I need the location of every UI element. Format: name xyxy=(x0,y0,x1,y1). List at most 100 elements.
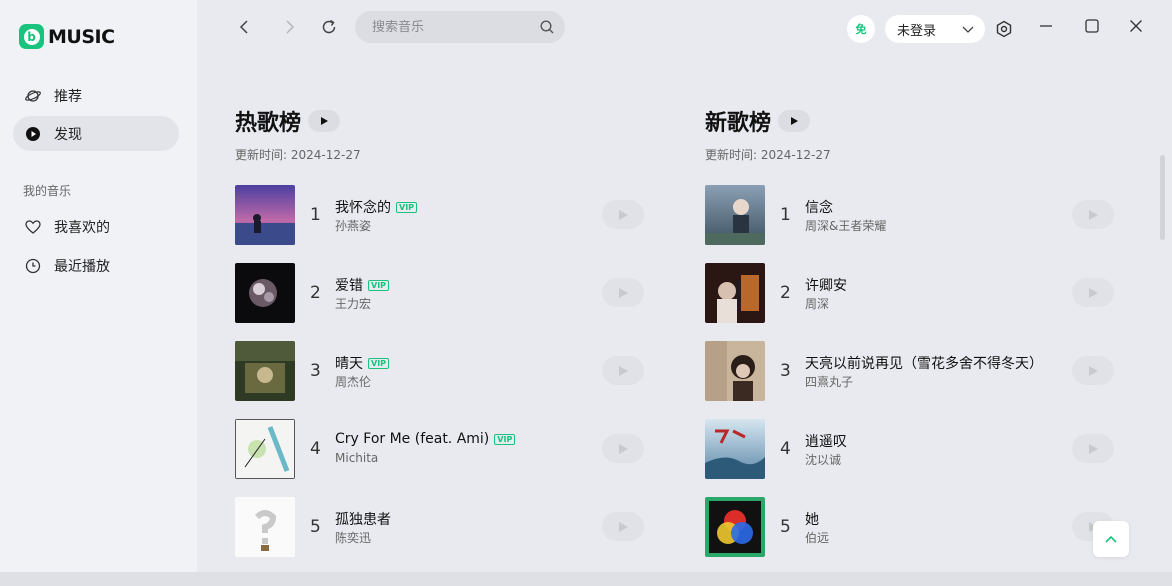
song-artist[interactable]: 四熹丸子 xyxy=(805,373,853,390)
refresh-button[interactable] xyxy=(317,15,341,39)
maximize-icon xyxy=(1085,19,1099,33)
play-song-button[interactable] xyxy=(602,356,644,385)
sidebar-item-recommend[interactable]: 推荐 xyxy=(13,78,179,113)
play-song-button[interactable] xyxy=(602,200,644,229)
logo-badge: b xyxy=(19,24,44,49)
close-button[interactable] xyxy=(1124,14,1148,38)
play-all-button[interactable] xyxy=(778,110,811,132)
album-cover[interactable] xyxy=(235,341,295,401)
song-title[interactable]: 孤独患者 xyxy=(335,509,391,529)
song-name: 晴天 xyxy=(335,356,363,372)
album-cover[interactable] xyxy=(705,419,765,479)
sidebar-item-label: 我喜欢的 xyxy=(54,219,110,236)
song-name: 逍遥叹 xyxy=(805,434,847,450)
song-title[interactable]: 信念 xyxy=(805,197,833,217)
back-to-top-button[interactable] xyxy=(1093,521,1129,557)
album-cover[interactable] xyxy=(705,497,765,557)
search-box[interactable] xyxy=(355,11,565,43)
play-song-button[interactable] xyxy=(1072,434,1114,463)
song-artist[interactable]: Michita xyxy=(335,451,378,465)
close-icon xyxy=(1130,20,1142,32)
sidebar: b MUSIC 推荐 发现 我的音乐 我喜欢的 最近播放 xyxy=(0,0,197,572)
song-artist[interactable]: 伯远 xyxy=(805,529,829,546)
play-song-button[interactable] xyxy=(602,434,644,463)
minimize-icon xyxy=(1040,25,1052,27)
song-rank: 2 xyxy=(310,283,321,303)
vip-tag: VIP xyxy=(368,357,390,369)
song-artist[interactable]: 陈奕迅 xyxy=(335,529,371,546)
song-row[interactable]: 1 我怀念的 VIP 孙燕姿 xyxy=(235,185,645,263)
album-cover[interactable] xyxy=(705,263,765,323)
login-dropdown[interactable]: 未登录 xyxy=(885,15,985,43)
play-song-button[interactable] xyxy=(1072,356,1114,385)
song-artist[interactable]: 孙燕姿 xyxy=(335,217,371,234)
sidebar-item-label: 发现 xyxy=(54,126,82,143)
scrollbar-thumb[interactable] xyxy=(1160,155,1165,240)
sidebar-item-discover[interactable]: 发现 xyxy=(13,116,179,151)
play-icon xyxy=(619,443,628,454)
song-title[interactable]: 爱错 VIP xyxy=(335,275,390,295)
song-artist[interactable]: 周杰伦 xyxy=(335,373,371,390)
song-name: Cry For Me (feat. Ami) xyxy=(335,431,490,447)
logo-letter: b xyxy=(23,28,40,45)
album-cover[interactable] xyxy=(705,341,765,401)
play-song-button[interactable] xyxy=(1072,278,1114,307)
album-cover[interactable] xyxy=(235,185,295,245)
play-song-button[interactable] xyxy=(602,278,644,307)
song-title[interactable]: 天亮以前说再见（雪花多舍不得冬天） xyxy=(805,353,1043,373)
play-icon xyxy=(619,365,628,376)
search-input[interactable] xyxy=(372,19,532,35)
sidebar-item-recent[interactable]: 最近播放 xyxy=(13,248,179,283)
album-cover[interactable] xyxy=(235,419,295,479)
song-row[interactable]: 5 她 伯远 xyxy=(705,497,1115,575)
song-artist[interactable]: 王力宏 xyxy=(335,295,371,312)
refresh-icon xyxy=(322,19,336,34)
play-song-button[interactable] xyxy=(602,512,644,541)
song-title[interactable]: 逍遥叹 xyxy=(805,431,847,451)
song-row[interactable]: 4 Cry For Me (feat. Ami) VIP Michita xyxy=(235,419,645,497)
song-row[interactable]: 3 晴天 VIP 周杰伦 xyxy=(235,341,645,419)
app-logo[interactable]: b MUSIC xyxy=(19,24,115,49)
song-rank: 1 xyxy=(780,205,791,225)
sidebar-item-label: 推荐 xyxy=(54,88,82,105)
play-song-button[interactable] xyxy=(1072,200,1114,229)
gear-icon xyxy=(996,20,1012,38)
search-icon[interactable] xyxy=(540,20,554,34)
album-cover[interactable] xyxy=(705,185,765,245)
chevron-down-icon xyxy=(962,26,974,33)
song-row[interactable]: 5 孤独患者 陈奕迅 xyxy=(235,497,645,575)
disc-icon xyxy=(25,126,41,142)
bottom-bar xyxy=(0,572,1172,586)
song-rank: 2 xyxy=(780,283,791,303)
song-row[interactable]: 2 许卿安 周深 xyxy=(705,263,1115,341)
settings-button[interactable] xyxy=(992,17,1016,41)
song-row[interactable]: 1 信念 周深&王者荣耀 xyxy=(705,185,1115,263)
vip-badge[interactable]: 免 xyxy=(847,15,875,43)
song-artist[interactable]: 沈以诚 xyxy=(805,451,841,468)
back-button[interactable] xyxy=(233,15,257,39)
play-icon xyxy=(1089,209,1098,220)
minimize-button[interactable] xyxy=(1034,14,1058,38)
login-label: 未登录 xyxy=(897,23,937,39)
maximize-button[interactable] xyxy=(1080,14,1104,38)
song-name: 信念 xyxy=(805,200,833,216)
chart-title: 热歌榜 xyxy=(235,111,302,136)
song-artist[interactable]: 周深&王者荣耀 xyxy=(805,217,886,234)
song-artist[interactable]: 周深 xyxy=(805,295,829,312)
sidebar-item-label: 最近播放 xyxy=(54,258,110,275)
play-all-button[interactable] xyxy=(308,110,341,132)
song-row[interactable]: 4 逍遥叹 沈以诚 xyxy=(705,419,1115,497)
song-row[interactable]: 2 爱错 VIP 王力宏 xyxy=(235,263,645,341)
album-cover[interactable] xyxy=(235,497,295,557)
song-rank: 4 xyxy=(310,439,321,459)
song-title[interactable]: Cry For Me (feat. Ami) VIP xyxy=(335,431,516,447)
forward-button[interactable] xyxy=(277,15,301,39)
sidebar-item-favorites[interactable]: 我喜欢的 xyxy=(13,209,179,244)
song-title[interactable]: 晴天 VIP xyxy=(335,353,390,373)
song-title[interactable]: 我怀念的 VIP xyxy=(335,197,418,217)
song-name: 孤独患者 xyxy=(335,512,391,528)
song-title[interactable]: 她 xyxy=(805,509,819,529)
song-row[interactable]: 3 天亮以前说再见（雪花多舍不得冬天） 四熹丸子 xyxy=(705,341,1115,419)
album-cover[interactable] xyxy=(235,263,295,323)
song-title[interactable]: 许卿安 xyxy=(805,275,847,295)
